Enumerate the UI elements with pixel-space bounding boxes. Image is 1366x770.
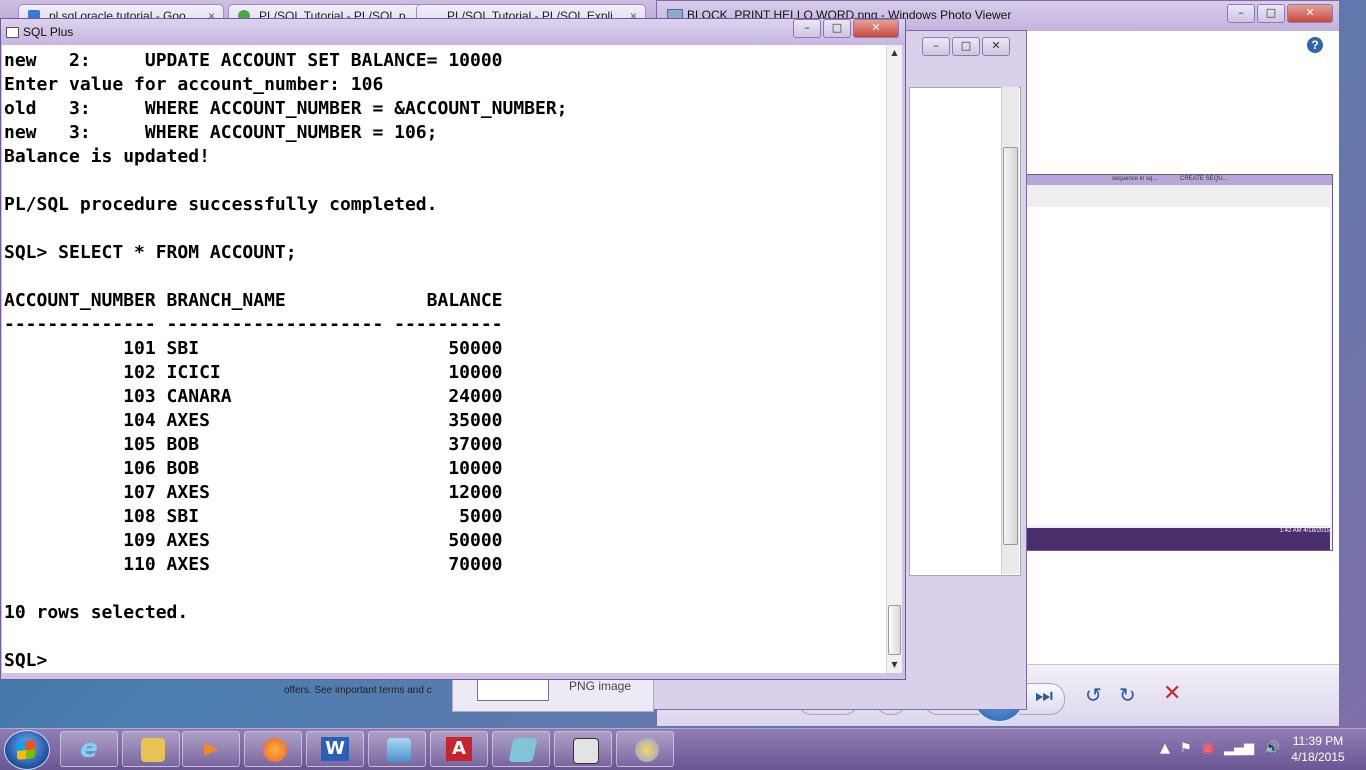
result-row: 104 AXES 35000 bbox=[4, 410, 503, 431]
file-type-label: PNG image bbox=[569, 679, 632, 693]
acrobat-icon: A bbox=[446, 737, 472, 761]
console-line: Enter value for account_number: 106 bbox=[4, 74, 384, 95]
clock-time: 11:39 PM bbox=[1292, 734, 1344, 748]
result-row: 102 ICICI 10000 bbox=[4, 362, 503, 383]
taskbar-photo-viewer[interactable] bbox=[368, 731, 426, 767]
window-controls: – □ ✕ bbox=[922, 37, 1010, 56]
result-separator: -------------- -------------------- ----… bbox=[4, 314, 503, 335]
rows-selected-message: 10 rows selected. bbox=[4, 602, 189, 623]
window-controls: – □ ✕ bbox=[1227, 4, 1333, 23]
help-icon[interactable]: ? bbox=[1307, 37, 1323, 53]
sql-tool-icon bbox=[508, 738, 538, 762]
close-button[interactable]: ✕ bbox=[1287, 4, 1333, 23]
result-row: 108 SBI 5000 bbox=[4, 506, 503, 527]
word-icon: W bbox=[321, 737, 349, 761]
start-button[interactable] bbox=[4, 730, 50, 770]
sqlplus-title: SQL Plus bbox=[23, 25, 74, 39]
taskbar-paint[interactable] bbox=[616, 731, 674, 767]
taskbar-media-player[interactable]: ▶ bbox=[182, 731, 240, 767]
console-line: old 3: WHERE ACCOUNT_NUMBER = &ACCOUNT_N… bbox=[4, 98, 568, 119]
embedded-page bbox=[1024, 207, 1330, 525]
embedded-tab-label: sequence in sq... bbox=[1112, 176, 1158, 182]
embedded-tab-strip: sequence in sq... CREATE SEQU... bbox=[1024, 175, 1332, 185]
taskbar-word[interactable]: W bbox=[306, 731, 364, 767]
embedded-clock: 1:42 AM 4/18/2015 bbox=[1279, 528, 1330, 534]
close-button[interactable]: ✕ bbox=[982, 37, 1010, 56]
network-warning-icon[interactable]: ▣ bbox=[1202, 741, 1214, 756]
firefox-icon bbox=[263, 738, 287, 762]
delete-icon[interactable]: ✕ bbox=[1163, 681, 1181, 706]
media-player-icon: ▶ bbox=[204, 738, 218, 759]
taskbar-firefox[interactable] bbox=[244, 731, 302, 767]
rotate-counterclockwise-icon[interactable]: ↺ bbox=[1085, 683, 1102, 707]
scrollbar-thumb[interactable] bbox=[1003, 147, 1018, 545]
photo-viewer-icon bbox=[387, 738, 411, 762]
result-row: 105 BOB 37000 bbox=[4, 434, 503, 455]
offers-text: offers. See important terms and c bbox=[284, 685, 432, 696]
result-row: 103 CANARA 24000 bbox=[4, 386, 503, 407]
result-row: 106 BOB 10000 bbox=[4, 458, 503, 479]
sqlplus-titlebar[interactable]: SQL Plus – □ ✕ bbox=[1, 19, 905, 45]
windows-logo-icon bbox=[17, 740, 35, 760]
result-row: 101 SBI 50000 bbox=[4, 338, 503, 359]
console-line: new 3: WHERE ACCOUNT_NUMBER = 106; bbox=[4, 122, 438, 143]
sqlplus-app-icon bbox=[6, 27, 19, 38]
taskbar: e ▶ W A ▲ ⚑ ▣ ▂▄▆ 🔊 11:39 PM 4/18/2015 bbox=[0, 728, 1366, 770]
console-line: PL/SQL procedure successfully completed. bbox=[4, 194, 438, 215]
scroll-down-icon[interactable]: ▼ bbox=[887, 657, 902, 672]
clock-date: 4/18/2015 bbox=[1291, 750, 1345, 764]
minimize-button[interactable]: – bbox=[793, 19, 821, 38]
rotate-clockwise-icon[interactable]: ↻ bbox=[1119, 683, 1136, 707]
window-controls: – □ ✕ bbox=[793, 19, 899, 38]
folder-icon bbox=[141, 738, 165, 762]
maximize-button[interactable]: □ bbox=[952, 37, 980, 56]
result-row: 110 AXES 70000 bbox=[4, 554, 503, 575]
taskbar-sqlplus[interactable] bbox=[554, 731, 612, 767]
vertical-scrollbar[interactable]: ▲ ▼ bbox=[886, 45, 902, 673]
sql-prompt[interactable]: SQL> bbox=[4, 649, 47, 673]
close-button[interactable]: ✕ bbox=[853, 19, 899, 38]
embedded-toolbar bbox=[1024, 185, 1330, 208]
sqlplus-icon bbox=[573, 738, 599, 764]
embedded-screenshot: sequence in sq... CREATE SEQU... 1:42 AM… bbox=[1023, 174, 1333, 551]
scrollbar-thumb[interactable] bbox=[888, 605, 901, 655]
volume-icon[interactable]: 🔊 bbox=[1264, 741, 1280, 756]
minimize-button[interactable]: – bbox=[1227, 4, 1255, 23]
result-row: 109 AXES 50000 bbox=[4, 530, 503, 551]
console-line: Balance is updated! bbox=[4, 146, 210, 167]
scroll-up-icon[interactable]: ▲ bbox=[887, 45, 902, 60]
next-icon[interactable]: ⏭ bbox=[1035, 683, 1053, 707]
embedded-tab-label: CREATE SEQU... bbox=[1180, 176, 1228, 182]
signal-strength-icon[interactable]: ▂▄▆ bbox=[1224, 741, 1254, 756]
result-header: ACCOUNT_NUMBER BRANCH_NAME BALANCE bbox=[4, 290, 503, 311]
taskbar-clock[interactable]: 11:39 PM 4/18/2015 bbox=[1280, 733, 1356, 765]
maximize-button[interactable]: □ bbox=[1257, 4, 1285, 23]
sqlplus-console[interactable]: new 2: UPDATE ACCOUNT SET BALANCE= 10000… bbox=[2, 45, 886, 673]
console-line: new 2: UPDATE ACCOUNT SET BALANCE= 10000 bbox=[4, 50, 503, 71]
taskbar-sql-tool[interactable] bbox=[492, 731, 550, 767]
taskbar-file-explorer[interactable] bbox=[122, 731, 180, 767]
internet-explorer-icon: e bbox=[80, 734, 98, 764]
show-hidden-icons-icon[interactable]: ▲ bbox=[1160, 741, 1170, 756]
sqlplus-window: SQL Plus – □ ✕ new 2: UPDATE ACCOUNT SET… bbox=[0, 18, 906, 680]
minimize-button[interactable]: – bbox=[922, 37, 950, 56]
taskbar-internet-explorer[interactable]: e bbox=[60, 731, 118, 767]
paint-icon bbox=[635, 738, 659, 762]
maximize-button[interactable]: □ bbox=[823, 19, 851, 38]
system-tray: ▲ ⚑ ▣ ▂▄▆ 🔊 bbox=[1160, 741, 1280, 756]
taskbar-acrobat[interactable]: A bbox=[430, 731, 488, 767]
embedded-taskbar: 1:42 AM 4/18/2015 bbox=[1024, 528, 1330, 550]
action-center-flag-icon[interactable]: ⚑ bbox=[1180, 741, 1192, 756]
console-line: SQL> SELECT * FROM ACCOUNT; bbox=[4, 242, 297, 263]
result-row: 107 AXES 12000 bbox=[4, 482, 503, 503]
